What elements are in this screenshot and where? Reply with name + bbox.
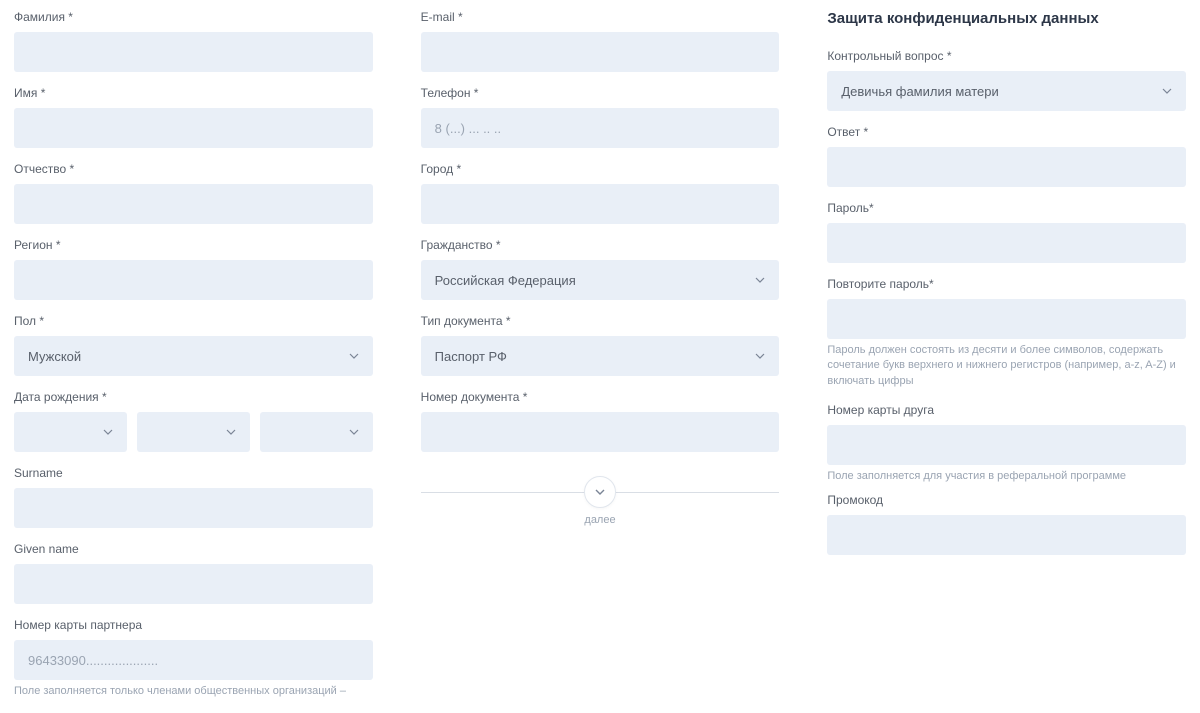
question-value: Девичья фамилия матери xyxy=(841,84,998,99)
doc-number-input[interactable] xyxy=(421,412,780,452)
friend-card-input[interactable] xyxy=(827,425,1186,465)
chevron-down-icon xyxy=(595,487,605,497)
password2-input[interactable] xyxy=(827,299,1186,339)
citizenship-value: Российская Федерация xyxy=(435,273,576,288)
chevron-down-icon xyxy=(349,351,359,361)
question-label: Контрольный вопрос * xyxy=(827,49,1186,63)
password-label: Пароль* xyxy=(827,201,1186,215)
name-input[interactable] xyxy=(14,108,373,148)
chevron-down-icon xyxy=(755,351,765,361)
surname-en-input[interactable] xyxy=(14,488,373,528)
dob-label: Дата рождения * xyxy=(14,390,373,404)
region-label: Регион * xyxy=(14,238,373,252)
given-name-label: Given name xyxy=(14,542,373,556)
region-input[interactable] xyxy=(14,260,373,300)
city-label: Город * xyxy=(421,162,780,176)
promo-label: Промокод xyxy=(827,493,1186,507)
friend-card-hint: Поле заполняется для участия в реферальн… xyxy=(827,469,1186,484)
password2-label: Повторите пароль* xyxy=(827,277,1186,291)
dob-year-select[interactable] xyxy=(260,412,373,452)
dob-month-select[interactable] xyxy=(137,412,250,452)
surname-input[interactable] xyxy=(14,32,373,72)
password-hint: Пароль должен состоять из десяти и более… xyxy=(827,343,1186,389)
gender-select[interactable]: Мужской xyxy=(14,336,373,376)
partner-card-label: Номер карты партнера xyxy=(14,618,373,632)
name-label: Имя * xyxy=(14,86,373,100)
email-input[interactable] xyxy=(421,32,780,72)
expand-button[interactable] xyxy=(584,476,616,508)
phone-input[interactable] xyxy=(421,108,780,148)
chevron-down-icon xyxy=(755,275,765,285)
expand-label: далее xyxy=(584,514,615,526)
doc-number-label: Номер документа * xyxy=(421,390,780,404)
partner-card-hint: Поле заполняется только членами обществе… xyxy=(14,684,373,699)
patronymic-input[interactable] xyxy=(14,184,373,224)
patronymic-label: Отчество * xyxy=(14,162,373,176)
password-input[interactable] xyxy=(827,223,1186,263)
city-input[interactable] xyxy=(421,184,780,224)
doc-type-select[interactable]: Паспорт РФ xyxy=(421,336,780,376)
dob-day-select[interactable] xyxy=(14,412,127,452)
citizenship-select[interactable]: Российская Федерация xyxy=(421,260,780,300)
given-name-input[interactable] xyxy=(14,564,373,604)
chevron-down-icon xyxy=(1162,86,1172,96)
phone-label: Телефон * xyxy=(421,86,780,100)
email-label: E-mail * xyxy=(421,10,780,24)
friend-card-label: Номер карты друга xyxy=(827,403,1186,417)
gender-value: Мужской xyxy=(28,349,81,364)
doc-type-label: Тип документа * xyxy=(421,314,780,328)
chevron-down-icon xyxy=(103,427,113,437)
answer-label: Ответ * xyxy=(827,125,1186,139)
surname-label: Фамилия * xyxy=(14,10,373,24)
citizenship-label: Гражданство * xyxy=(421,238,780,252)
gender-label: Пол * xyxy=(14,314,373,328)
question-select[interactable]: Девичья фамилия матери xyxy=(827,71,1186,111)
promo-input[interactable] xyxy=(827,515,1186,555)
partner-card-input[interactable] xyxy=(14,640,373,680)
answer-input[interactable] xyxy=(827,147,1186,187)
chevron-down-icon xyxy=(226,427,236,437)
chevron-down-icon xyxy=(349,427,359,437)
security-section-title: Защита конфиденциальных данных xyxy=(827,10,1186,27)
surname-en-label: Surname xyxy=(14,466,373,480)
doc-type-value: Паспорт РФ xyxy=(435,349,507,364)
